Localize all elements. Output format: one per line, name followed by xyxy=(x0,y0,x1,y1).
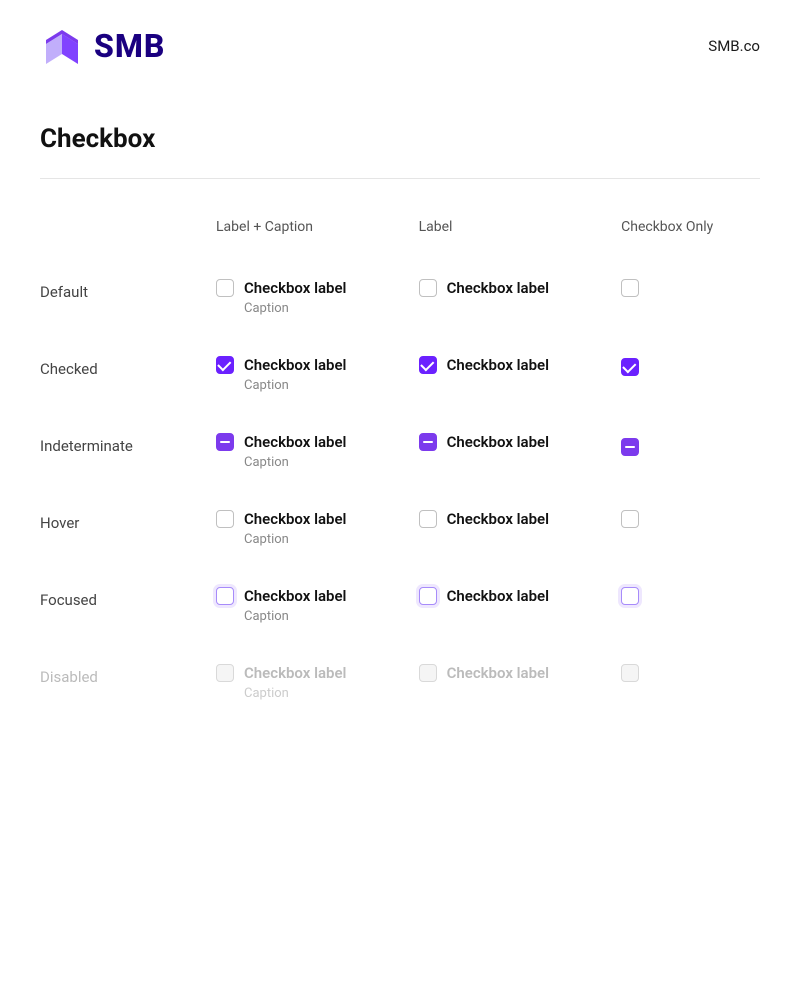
cb-label-focused-1: Checkbox label xyxy=(244,587,346,605)
nav-link[interactable]: SMB.co xyxy=(708,37,760,55)
cb-label-indeterminate-1: Checkbox label xyxy=(244,433,346,451)
checkbox-checked-3[interactable] xyxy=(621,358,639,376)
page-content: Checkbox Label + Caption Label Checkbox … xyxy=(0,92,800,753)
checkbox-indeterminate-1[interactable] xyxy=(216,433,234,451)
row-default: Default Checkbox label Caption xyxy=(40,259,760,336)
col-header-label: Label xyxy=(403,211,606,259)
header: SMB SMB.co xyxy=(0,0,800,92)
cb-item-checked-label-caption: Checkbox label Caption xyxy=(216,356,387,393)
row-hover: Hover Checkbox label Caption Ch xyxy=(40,490,760,567)
cb-label-disabled-1: Checkbox label xyxy=(244,664,346,682)
checkbox-focused-2[interactable] xyxy=(419,587,437,605)
row-label-focused: Focused xyxy=(40,591,97,609)
checkbox-disabled-3 xyxy=(621,664,639,682)
cb-item-default-label: Checkbox label xyxy=(419,279,590,297)
checkbox-checked-2[interactable] xyxy=(419,356,437,374)
col-header-checkbox-only: Checkbox Only xyxy=(605,211,760,259)
col-header-state xyxy=(40,211,200,259)
cb-caption-indeterminate-1: Caption xyxy=(244,455,387,470)
row-label-hover: Hover xyxy=(40,514,79,532)
checkbox-default-2[interactable] xyxy=(419,279,437,297)
checkbox-indeterminate-3[interactable] xyxy=(621,438,639,456)
checkbox-hover-3[interactable] xyxy=(621,510,639,528)
cb-item-indeterminate-label: Checkbox label xyxy=(419,433,590,451)
cb-label-indeterminate-2: Checkbox label xyxy=(447,433,549,451)
row-label-default: Default xyxy=(40,283,88,301)
cb-item-disabled-label-caption: Checkbox label Caption xyxy=(216,664,387,701)
logo-area: SMB xyxy=(40,24,165,68)
cb-caption-checked-1: Caption xyxy=(244,378,387,393)
cb-item-hover-label: Checkbox label xyxy=(419,510,590,528)
cb-item-focused-label-caption: Checkbox label Caption xyxy=(216,587,387,624)
cb-item-hover-label-caption: Checkbox label Caption xyxy=(216,510,387,547)
cb-caption-hover-1: Caption xyxy=(244,532,387,547)
cb-item-default-label-caption: Checkbox label Caption xyxy=(216,279,387,316)
cb-caption-default-1: Caption xyxy=(244,301,387,316)
logo-icon xyxy=(40,24,84,68)
cb-label-hover-1: Checkbox label xyxy=(244,510,346,528)
row-disabled: Disabled Checkbox label Caption xyxy=(40,644,760,721)
checkbox-default-1[interactable] xyxy=(216,279,234,297)
logo-text: SMB xyxy=(94,27,165,65)
row-label-indeterminate: Indeterminate xyxy=(40,437,133,455)
cb-label-disabled-2: Checkbox label xyxy=(447,664,549,682)
checkbox-hover-2[interactable] xyxy=(419,510,437,528)
checkbox-hover-1[interactable] xyxy=(216,510,234,528)
row-indeterminate: Indeterminate Checkbox label Caption xyxy=(40,413,760,490)
checkbox-default-3[interactable] xyxy=(621,279,639,297)
col-header-label-caption: Label + Caption xyxy=(200,211,403,259)
checkbox-focused-1[interactable] xyxy=(216,587,234,605)
cb-item-focused-label: Checkbox label xyxy=(419,587,590,605)
cb-label-default-1: Checkbox label xyxy=(244,279,346,297)
cb-item-checked-label: Checkbox label xyxy=(419,356,590,374)
checkbox-indeterminate-2[interactable] xyxy=(419,433,437,451)
row-label-checked: Checked xyxy=(40,360,98,378)
section-divider xyxy=(40,178,760,179)
checkbox-table: Label + Caption Label Checkbox Only Defa… xyxy=(40,211,760,721)
checkbox-disabled-1 xyxy=(216,664,234,682)
cb-label-hover-2: Checkbox label xyxy=(447,510,549,528)
cb-caption-focused-1: Caption xyxy=(244,609,387,624)
cb-label-default-2: Checkbox label xyxy=(447,279,549,297)
cb-item-disabled-label: Checkbox label xyxy=(419,664,590,682)
checkbox-focused-3[interactable] xyxy=(621,587,639,605)
cb-item-indeterminate-label-caption: Checkbox label Caption xyxy=(216,433,387,470)
page-title: Checkbox xyxy=(40,124,760,154)
cb-label-checked-2: Checkbox label xyxy=(447,356,549,374)
cb-caption-disabled-1: Caption xyxy=(244,686,387,701)
row-label-disabled: Disabled xyxy=(40,668,98,686)
row-focused: Focused Checkbox label Caption xyxy=(40,567,760,644)
cb-label-checked-1: Checkbox label xyxy=(244,356,346,374)
cb-label-focused-2: Checkbox label xyxy=(447,587,549,605)
row-checked: Checked Checkbox label Caption xyxy=(40,336,760,413)
checkbox-checked-1[interactable] xyxy=(216,356,234,374)
checkbox-disabled-2 xyxy=(419,664,437,682)
